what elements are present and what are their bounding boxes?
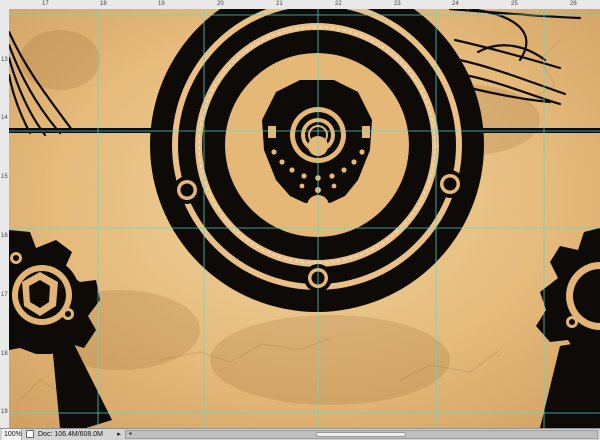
arrow-left-icon[interactable]: ◂: [126, 431, 134, 438]
status-bar: 100% Doc: 106.4M/608.0M ▸ ◂: [0, 428, 600, 440]
status-menu-arrow-icon[interactable]: ▸: [115, 429, 123, 440]
document-icon[interactable]: [26, 430, 34, 438]
ruler-label: 15: [1, 174, 8, 180]
photoshop-document-window: 17 18 19 20 21 22 23 24 25 26 13 14 15 1…: [0, 0, 600, 440]
horizontal-scrollbar[interactable]: ◂: [125, 430, 598, 439]
ruler-label: 17: [42, 1, 49, 7]
ruler-label: 19: [1, 409, 8, 415]
zoom-level-field[interactable]: 100%: [2, 429, 22, 440]
ruler-label: 23: [394, 1, 401, 7]
ruler-label: 20: [217, 1, 224, 7]
steampunk-artwork: [9, 9, 600, 428]
ruler-label: 25: [511, 1, 518, 7]
ruler-label: 22: [335, 1, 342, 7]
ruler-label: 14: [1, 115, 8, 121]
ruler-label: 21: [276, 1, 283, 7]
ruler-label: 17: [1, 292, 8, 298]
document-canvas[interactable]: [9, 9, 600, 428]
document-size-info: Doc: 106.4M/608.0M: [38, 431, 103, 438]
ruler-label: 26: [570, 1, 577, 7]
ruler-label: 13: [1, 57, 8, 63]
ruler-label: 24: [452, 1, 459, 7]
ruler-label: 18: [1, 351, 8, 357]
ruler-label: 19: [158, 1, 165, 7]
ruler-label: 18: [100, 1, 107, 7]
scrollbar-thumb[interactable]: [316, 432, 406, 437]
ruler-label: 16: [1, 233, 8, 239]
